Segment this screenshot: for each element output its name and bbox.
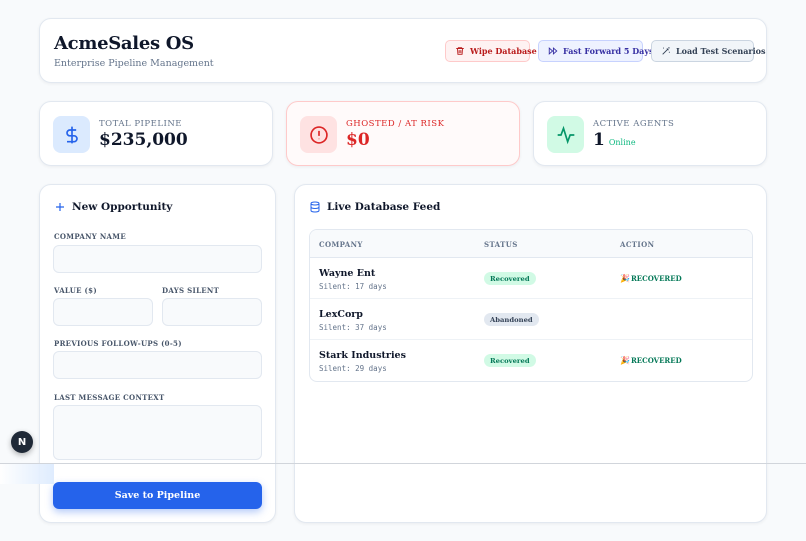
silent-days: Silent: 29 days (319, 364, 387, 373)
status-badge: Abandoned (484, 313, 539, 326)
trash-icon (456, 47, 464, 55)
last-message-label: Last Message Context (54, 393, 165, 402)
value-input[interactable] (53, 298, 153, 326)
followups-label: Previous Follow-ups (0-5) (54, 339, 182, 348)
new-opportunity-title: New Opportunity (54, 201, 172, 213)
live-feed-title-text: Live Database Feed (327, 201, 441, 213)
column-company: Company (319, 240, 363, 249)
highlight-overlay (0, 464, 54, 484)
load-test-scenarios-label: Load Test Scenarios (676, 46, 766, 56)
party-popper-icon: 🎉 (620, 273, 630, 283)
company-name-label: Company Name (54, 232, 126, 241)
at-risk-label: Ghosted / At Risk (346, 119, 445, 129)
days-silent-label: Days Silent (162, 286, 220, 295)
total-pipeline-value: $235,000 (99, 130, 188, 150)
table-header: Company Status Action (310, 230, 752, 258)
action-label: RECOVERED (630, 355, 682, 365)
company-name: Stark Industries (319, 350, 406, 361)
silent-days: Silent: 37 days (319, 323, 387, 332)
status-badge: Recovered (484, 354, 536, 367)
active-agents-value: 1 Online (593, 130, 636, 150)
fast-forward-icon (548, 47, 558, 55)
divider-line (0, 463, 806, 464)
action-recovered: 🎉 RECOVERED (620, 273, 682, 283)
table-row: Stark Industries Silent: 29 days Recover… (310, 340, 752, 381)
status-badge: Recovered (484, 272, 536, 285)
days-silent-input[interactable] (162, 298, 262, 326)
action-label: RECOVERED (630, 273, 682, 283)
wipe-database-button[interactable]: Wipe Database (445, 40, 537, 62)
activity-icon (547, 116, 584, 153)
app-subtitle: Enterprise Pipeline Management (54, 58, 214, 69)
active-agents-count: 1 (593, 130, 605, 150)
wipe-database-label: Wipe Database (470, 46, 537, 56)
at-risk-value: $0 (346, 130, 370, 150)
live-feed-title: Live Database Feed (309, 201, 440, 213)
new-opportunity-form: New Opportunity Company Name Value ($) D… (39, 184, 276, 523)
load-test-scenarios-button[interactable]: Load Test Scenarios (651, 40, 765, 62)
plus-icon (56, 203, 64, 211)
last-message-textarea[interactable] (53, 405, 262, 460)
app-title: AcmeSales OS (54, 33, 194, 54)
column-status: Status (484, 240, 518, 249)
total-pipeline-label: Total Pipeline (99, 119, 182, 129)
table-row: Wayne Ent Silent: 17 days Recovered 🎉 REC… (310, 258, 752, 299)
party-popper-icon: 🎉 (620, 355, 630, 365)
followups-input[interactable] (53, 351, 262, 379)
dollar-icon (53, 116, 90, 153)
active-agents-label: Active Agents (593, 119, 675, 129)
new-opportunity-title-text: New Opportunity (72, 201, 173, 213)
action-recovered: 🎉 RECOVERED (620, 355, 682, 365)
column-action: Action (620, 240, 655, 249)
alert-circle-icon (300, 116, 337, 153)
live-database-feed: Live Database Feed Company Status Action… (294, 184, 767, 523)
company-name: Wayne Ent (319, 268, 376, 279)
fast-forward-button[interactable]: Fast Forward 5 Days (538, 40, 654, 62)
dev-tools-badge[interactable]: N (11, 431, 33, 453)
app-header: AcmeSales OS Enterprise Pipeline Managem… (39, 18, 767, 83)
magic-wand-icon (662, 47, 670, 55)
fast-forward-label: Fast Forward 5 Days (563, 46, 654, 56)
at-risk-card: Ghosted / At Risk $0 (286, 101, 520, 166)
database-icon (310, 201, 320, 213)
feed-table: Company Status Action Wayne Ent Silent: … (309, 229, 753, 382)
agents-online-status: Online (608, 138, 636, 147)
company-name: LexCorp (319, 309, 363, 320)
save-to-pipeline-button[interactable]: Save to Pipeline (53, 482, 262, 509)
company-name-input[interactable] (53, 245, 262, 273)
table-row: LexCorp Silent: 37 days Abandoned (310, 299, 752, 340)
total-pipeline-card: Total Pipeline $235,000 (39, 101, 273, 166)
silent-days: Silent: 17 days (319, 282, 387, 291)
value-label: Value ($) (54, 286, 97, 295)
active-agents-card: Active Agents 1 Online (533, 101, 767, 166)
